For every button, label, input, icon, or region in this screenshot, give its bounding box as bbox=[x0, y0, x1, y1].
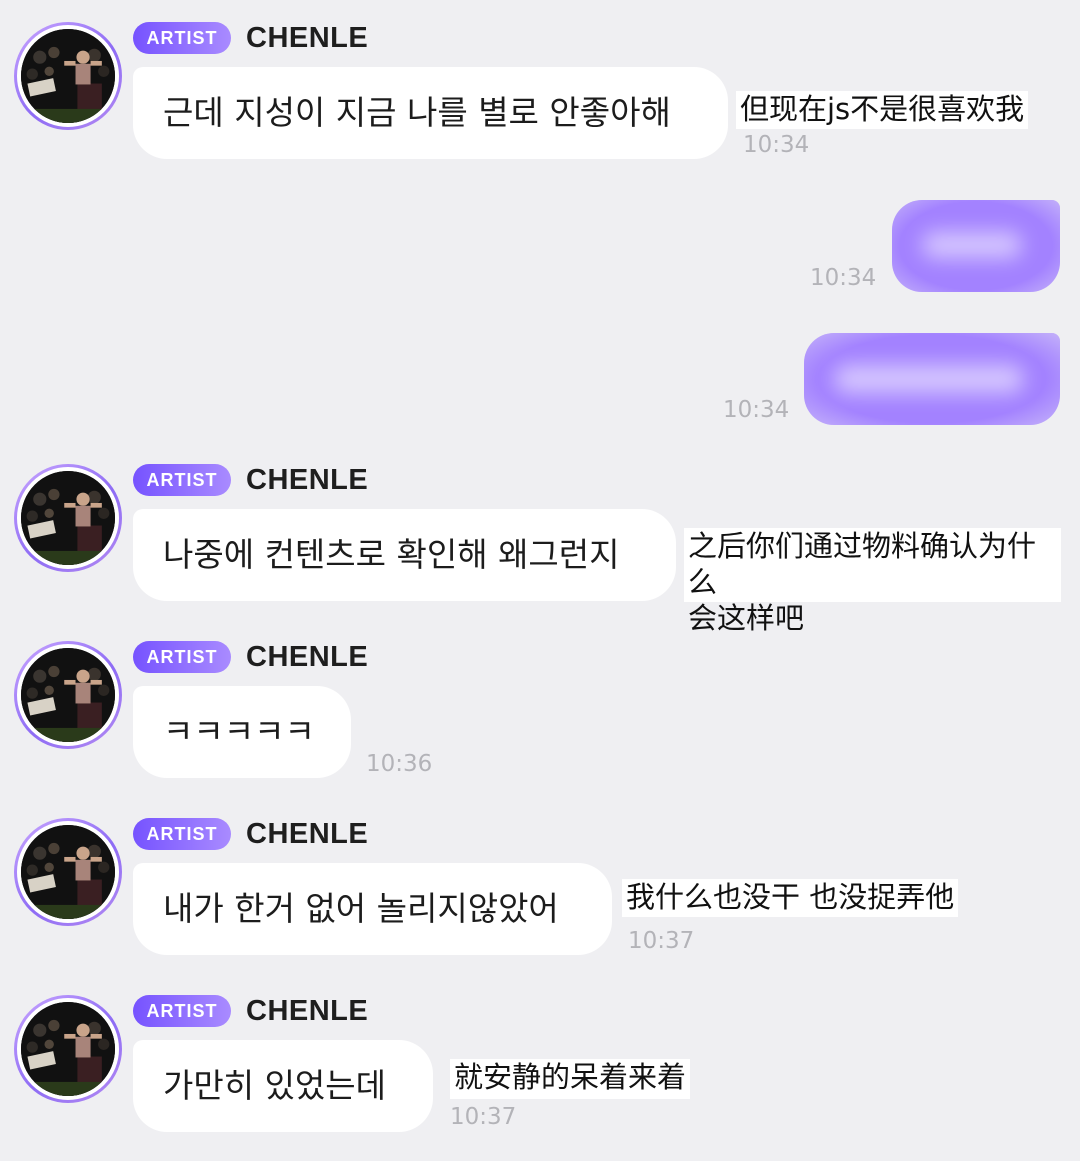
artist-name[interactable]: CHENLE bbox=[246, 463, 368, 497]
artist-avatar-photo-icon bbox=[17, 998, 119, 1100]
artist-avatar[interactable] bbox=[14, 995, 122, 1103]
redaction-overlay bbox=[804, 333, 1060, 425]
translation-caption: 之后你们通过物料确认为什么 会这样吧 bbox=[684, 528, 1061, 635]
artist-badge: ARTIST bbox=[133, 818, 231, 850]
message-timestamp: 10:34 bbox=[743, 132, 810, 158]
artist-avatar-photo-icon bbox=[17, 467, 119, 569]
artist-badge: ARTIST bbox=[133, 22, 231, 54]
received-message-bubble[interactable]: 가만히 있었는데 bbox=[133, 1040, 433, 1132]
artist-avatar[interactable] bbox=[14, 464, 122, 572]
received-message-bubble[interactable]: 내가 한거 없어 놀리지않았어 bbox=[133, 863, 612, 955]
artist-name[interactable]: CHENLE bbox=[246, 817, 368, 851]
artist-name[interactable]: CHENLE bbox=[246, 640, 368, 674]
received-message-bubble[interactable]: ㅋㅋㅋㅋㅋ bbox=[133, 686, 351, 778]
translation-line: 之后你们通过物料确认为什么 bbox=[688, 529, 1037, 599]
message-timestamp: 10:37 bbox=[628, 928, 695, 954]
redaction-overlay bbox=[892, 200, 1060, 292]
received-message-bubble[interactable]: 근데 지성이 지금 나를 별로 안좋아해 bbox=[133, 67, 728, 159]
artist-badge: ARTIST bbox=[133, 995, 231, 1027]
translation-caption: 就安静的呆着来着 bbox=[450, 1059, 691, 1099]
message-timestamp: 10:37 bbox=[450, 1104, 517, 1130]
artist-name[interactable]: CHENLE bbox=[246, 21, 368, 55]
artist-badge: ARTIST bbox=[133, 641, 231, 673]
sent-message-bubble-redacted[interactable] bbox=[892, 200, 1060, 292]
artist-avatar-photo-icon bbox=[17, 821, 119, 923]
artist-avatar-photo-icon bbox=[17, 25, 119, 127]
message-timestamp: 10:34 bbox=[723, 397, 790, 423]
message-timestamp: 10:36 bbox=[366, 751, 433, 777]
translation-caption: 但现在js不是很喜欢我 bbox=[736, 91, 1029, 129]
artist-avatar[interactable] bbox=[14, 641, 122, 749]
artist-avatar-photo-icon bbox=[17, 644, 119, 746]
sent-message-bubble-redacted[interactable] bbox=[804, 333, 1060, 425]
artist-badge: ARTIST bbox=[133, 464, 231, 496]
artist-avatar[interactable] bbox=[14, 22, 122, 130]
message-timestamp: 10:34 bbox=[810, 265, 877, 291]
translation-line: 会这样吧 bbox=[688, 601, 805, 635]
received-message-bubble[interactable]: 나중에 컨텐츠로 확인해 왜그런지 bbox=[133, 509, 676, 601]
translation-caption: 我什么也没干 也没捉弄他 bbox=[622, 879, 959, 917]
artist-avatar[interactable] bbox=[14, 818, 122, 926]
artist-name[interactable]: CHENLE bbox=[246, 994, 368, 1028]
